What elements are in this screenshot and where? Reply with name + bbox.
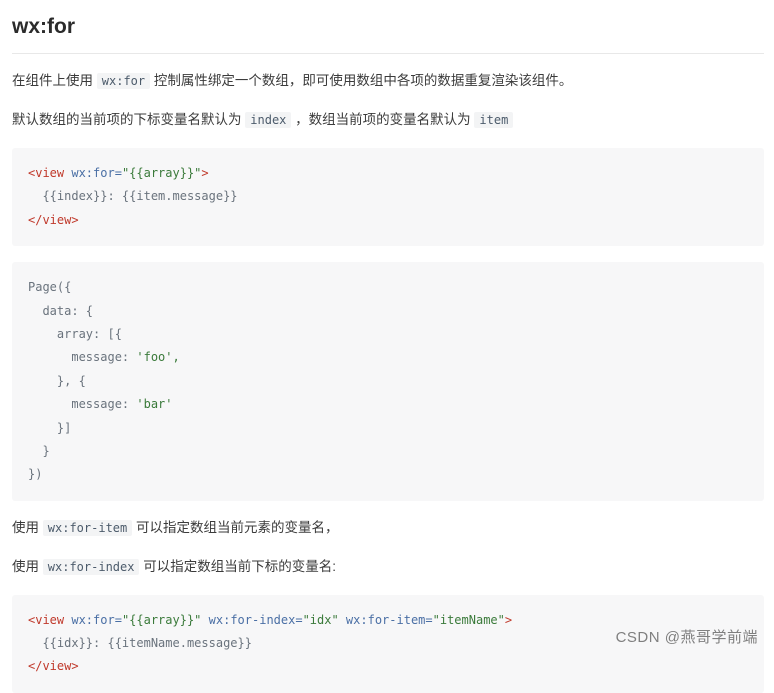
code2-value-itemname: "itemName"	[432, 612, 505, 627]
code2-tag-close-bracket: >	[504, 612, 513, 627]
code-js-line-8: }	[28, 443, 50, 458]
code2-tag-view-close: </view>	[28, 659, 79, 674]
code-js-line-4-key: message:	[28, 350, 137, 365]
code2-tag-view-open: <view	[28, 612, 72, 627]
paragraph-for-index: 使用 wx:for-index 可以指定数组当前下标的变量名:	[12, 556, 764, 579]
inline-code-wx-for-item: wx:for-item	[42, 519, 133, 536]
code-attr-wx-for: wx:for=	[71, 166, 122, 181]
code2-attr-wx-for-index: wx:for-index=	[201, 612, 303, 627]
code2-attr-wx-for: wx:for=	[71, 612, 122, 627]
inline-code-item: item	[474, 112, 514, 129]
inline-code-wx-for: wx:for	[96, 73, 151, 90]
code-block-js-page: Page({ data: { array: [{ message: 'foo',…	[12, 262, 764, 501]
code2-value-array: "{{array}}"	[121, 612, 202, 627]
code-js-line-4-value: 'foo',	[136, 350, 180, 365]
paragraph-for-index-text-a: 使用	[12, 558, 39, 574]
watermark: CSDN @燕哥学前端	[615, 629, 758, 646]
code-js-line-7: }]	[28, 420, 72, 435]
paragraph-intro-text-b: 控制属性绑定一个数组，即可使用数组中各项的数据重复渲染该组件。	[153, 73, 573, 89]
code-js-line-3: array: [{	[28, 327, 122, 342]
paragraph-defaults-text-a: 默认数组的当前项的下标变量名默认为	[12, 112, 242, 128]
code-js-line-1: Page({	[28, 280, 72, 295]
code-js-line-2: data: {	[28, 303, 94, 318]
code-js-line-9: })	[28, 467, 43, 482]
code-tag-view-close: </view>	[28, 212, 79, 227]
paragraph-for-index-text-b: 可以指定数组当前下标的变量名:	[143, 558, 336, 574]
code-value-array: "{{array}}"	[121, 166, 202, 181]
inline-code-wx-for-index: wx:for-index	[42, 558, 140, 575]
code2-attr-wx-for-item: wx:for-item=	[338, 612, 433, 627]
paragraph-for-item-text-b: 可以指定数组当前元素的变量名，	[136, 519, 339, 535]
code-tag-close-bracket: >	[201, 166, 209, 181]
code-tag-view-open: <view	[28, 166, 72, 181]
code2-line-body: {{idx}}: {{itemName.message}}	[28, 636, 252, 651]
document-page: wx:for 在组件上使用 wx:for 控制属性绑定一个数组，即可使用数组中各…	[0, 14, 774, 693]
code2-value-idx: "idx"	[302, 612, 339, 627]
inline-code-index: index	[245, 112, 292, 129]
paragraph-intro: 在组件上使用 wx:for 控制属性绑定一个数组，即可使用数组中各项的数据重复渲…	[12, 70, 764, 93]
code-line-body: {{index}}: {{item.message}}	[28, 189, 238, 204]
paragraph-for-item: 使用 wx:for-item 可以指定数组当前元素的变量名，	[12, 517, 764, 540]
code-js-line-5: }, {	[28, 373, 86, 388]
code-js-line-6-value: 'bar'	[136, 397, 173, 412]
paragraph-defaults-text-b: ，数组当前项的变量名默认为	[295, 112, 471, 128]
page-title: wx:for	[12, 14, 764, 55]
code-js-line-6-key: message:	[28, 397, 137, 412]
paragraph-defaults: 默认数组的当前项的下标变量名默认为 index ，数组当前项的变量名默认为 it…	[12, 109, 764, 132]
paragraph-for-item-text-a: 使用	[12, 519, 39, 535]
paragraph-intro-text-a: 在组件上使用	[12, 73, 93, 89]
code-block-wxml-basic: <view wx:for="{{array}}"> {{index}}: {{i…	[12, 148, 764, 247]
